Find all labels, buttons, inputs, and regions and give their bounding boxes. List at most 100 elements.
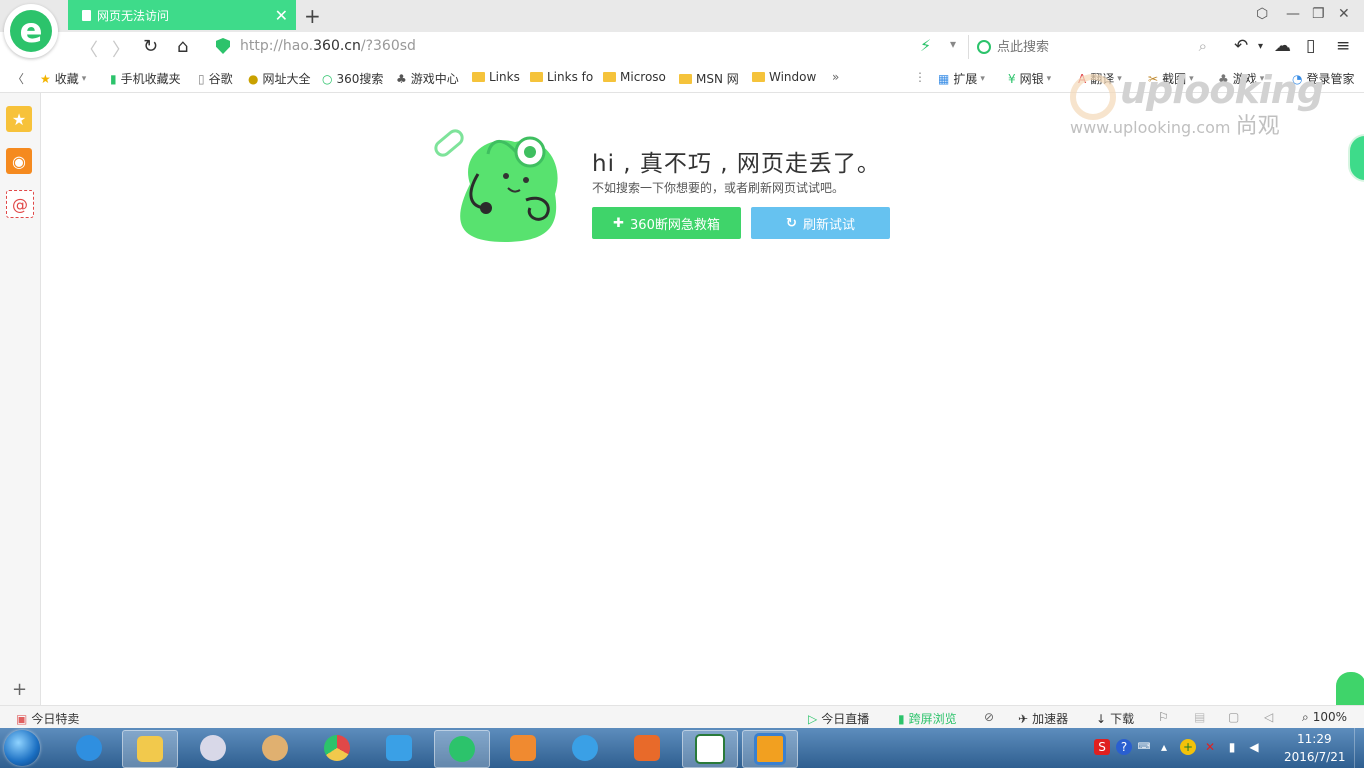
folder-icon (603, 72, 616, 82)
tab-active[interactable]: 网页无法访问 ✕ (68, 0, 296, 30)
navigation-bar: 〈 〉 ↻ ⌂ http://hao.360.cn/?360sd ⚡ ▾ ⌕ ↶… (0, 32, 1364, 62)
page-icon: ▯ (198, 71, 205, 86)
bookmark-folder[interactable]: Links fo (530, 70, 593, 84)
chevron-down-icon[interactable]: ▾ (1258, 41, 1263, 52)
extensions-menu[interactable]: ▦ 扩展 ▾ (938, 70, 985, 87)
sidebar-toggle-icon[interactable]: 〈 (12, 70, 24, 87)
add-icon[interactable]: + (12, 679, 27, 700)
taskbar-pdf[interactable] (620, 730, 674, 766)
minimize-button[interactable]: — (1286, 6, 1300, 22)
gamepad-icon: ♣ (396, 71, 407, 86)
taskbar-camtasia[interactable] (682, 730, 738, 768)
page-icon[interactable]: ▤ (1194, 710, 1205, 724)
more-bookmarks-button[interactable]: » (832, 70, 839, 84)
taskbar-360-browser[interactable] (434, 730, 490, 768)
folder-icon (137, 736, 163, 762)
skin-icon[interactable]: ⬡ (1256, 6, 1268, 22)
forward-button[interactable]: 〉 (112, 36, 130, 62)
help-icon[interactable]: ? (1116, 739, 1132, 755)
folder-icon (752, 72, 765, 82)
taskbar-explorer[interactable] (122, 730, 178, 768)
search-icon[interactable]: ⌕ (1199, 37, 1207, 55)
search-engine-icon[interactable] (977, 40, 991, 54)
compass-icon: ● (248, 71, 259, 86)
zoom-control[interactable]: ⌕ 100% (1302, 710, 1347, 725)
weibo-icon[interactable]: ◉ (6, 148, 32, 174)
window-icon[interactable]: ▢ (1228, 710, 1239, 724)
baidu-cloud-icon (572, 735, 598, 761)
clock-date[interactable]: 2016/7/21 (1284, 750, 1346, 764)
download-link[interactable]: ↓ 下载 (1096, 710, 1134, 727)
pdf-icon (634, 735, 660, 761)
bookmark-item[interactable]: ▯ 谷歌 (198, 70, 233, 87)
refresh-button[interactable]: ↻ 刷新试试 (751, 207, 890, 239)
taskbar-vm[interactable] (742, 730, 798, 768)
network-error-icon[interactable]: ✕ (1202, 739, 1218, 755)
keyboard-icon[interactable]: ⌨ (1136, 739, 1152, 755)
security-360-icon[interactable]: + (1180, 739, 1196, 755)
restore-button[interactable]: ❐ (1312, 6, 1325, 22)
bookmark-folder[interactable]: Microso (603, 70, 666, 84)
daily-deals-link[interactable]: ▣ 今日特卖 (16, 710, 79, 727)
error-subtitle: 不如搜索一下你想要的，或者刷新网页试试吧。 (592, 181, 845, 195)
error-mascot-illustration (430, 124, 580, 244)
live-link[interactable]: ▷ 今日直播 (808, 710, 869, 727)
bookmark-folder[interactable]: MSN 网 (679, 70, 739, 87)
favorites-menu[interactable]: ★ 收藏 ▾ (40, 70, 86, 87)
taskbar-chrome[interactable] (310, 730, 364, 766)
search-box[interactable]: ⌕ (968, 35, 1215, 59)
more-vertical-icon[interactable]: ⋮ (914, 70, 926, 84)
search-input[interactable] (995, 37, 1189, 57)
show-desktop-button[interactable] (1354, 728, 1364, 768)
home-button[interactable]: ⌂ (177, 36, 188, 57)
zoom-icon: ⌕ (1302, 710, 1309, 724)
lightning-icon[interactable]: ⚡ (920, 36, 931, 55)
windows-taskbar: S ? ⌨ ▴ + ✕ ▮ ◀ 11:29 2016/7/21 (0, 728, 1364, 768)
star-icon: ★ (40, 71, 51, 86)
battery-icon[interactable]: ▮ (1224, 739, 1240, 755)
taskbar-media[interactable] (496, 730, 550, 766)
url-text[interactable]: http://hao.360.cn/?360sd (240, 38, 416, 54)
bookmark-item[interactable]: ○ 360搜索 (322, 70, 383, 87)
bookmark-folder[interactable]: Links (472, 70, 520, 84)
bookmark-item[interactable]: ● 网址大全 (248, 70, 311, 87)
mail-icon[interactable]: @ (6, 190, 34, 218)
floating-widget[interactable] (1348, 134, 1364, 182)
bookmark-item[interactable]: ▮ 手机收藏夹 (110, 70, 181, 87)
taskbar-paint[interactable] (248, 730, 302, 766)
new-tab-button[interactable]: + (304, 4, 321, 28)
favorites-star-icon[interactable]: ★ (6, 106, 32, 132)
undo-icon[interactable]: ↶ (1234, 36, 1248, 56)
page-icon (82, 9, 91, 21)
bookmark-folder[interactable]: Window (752, 70, 816, 84)
taskbar-snipping[interactable] (186, 730, 240, 766)
cloud-icon[interactable]: ☁ (1274, 36, 1291, 56)
bookmark-item[interactable]: ♣ 游戏中心 (396, 70, 459, 87)
cross-screen-link[interactable]: ▮ 跨屏浏览 (898, 710, 957, 727)
flag-icon[interactable]: ⚐ (1158, 710, 1169, 724)
clock-time[interactable]: 11:29 (1297, 732, 1332, 746)
menu-icon[interactable]: ≡ (1336, 36, 1350, 56)
media-icon (510, 735, 536, 761)
close-button[interactable]: ✕ (1338, 6, 1350, 22)
mobile-icon[interactable]: ▯ (1306, 36, 1315, 56)
yen-icon: ¥ (1008, 71, 1016, 86)
accelerator-link[interactable]: ✈ 加速器 (1018, 710, 1068, 727)
reload-button[interactable]: ↻ (143, 36, 158, 57)
chevron-down-icon[interactable]: ▾ (950, 37, 956, 51)
start-button[interactable] (4, 730, 40, 766)
tab-close-icon[interactable]: ✕ (275, 6, 288, 25)
bank-menu[interactable]: ¥ 网银 ▾ (1008, 70, 1051, 87)
browser-logo[interactable]: e (4, 4, 58, 58)
network-rescue-button[interactable]: ✚ 360断网急救箱 (592, 207, 741, 239)
sogou-ime-icon[interactable]: S (1094, 739, 1110, 755)
volume-icon[interactable]: ◀ (1246, 739, 1262, 755)
back-button[interactable]: 〈 (80, 36, 98, 62)
address-bar[interactable]: http://hao.360.cn/?360sd ⚡ ▾ (212, 35, 964, 59)
taskbar-ie[interactable] (62, 730, 116, 766)
taskbar-baidu[interactable] (558, 730, 612, 766)
chevron-up-icon[interactable]: ▴ (1156, 739, 1172, 755)
security-icon[interactable]: ⊘ (984, 710, 994, 724)
taskbar-cloud[interactable] (372, 730, 426, 766)
speaker-icon[interactable]: ◁ (1264, 710, 1273, 724)
